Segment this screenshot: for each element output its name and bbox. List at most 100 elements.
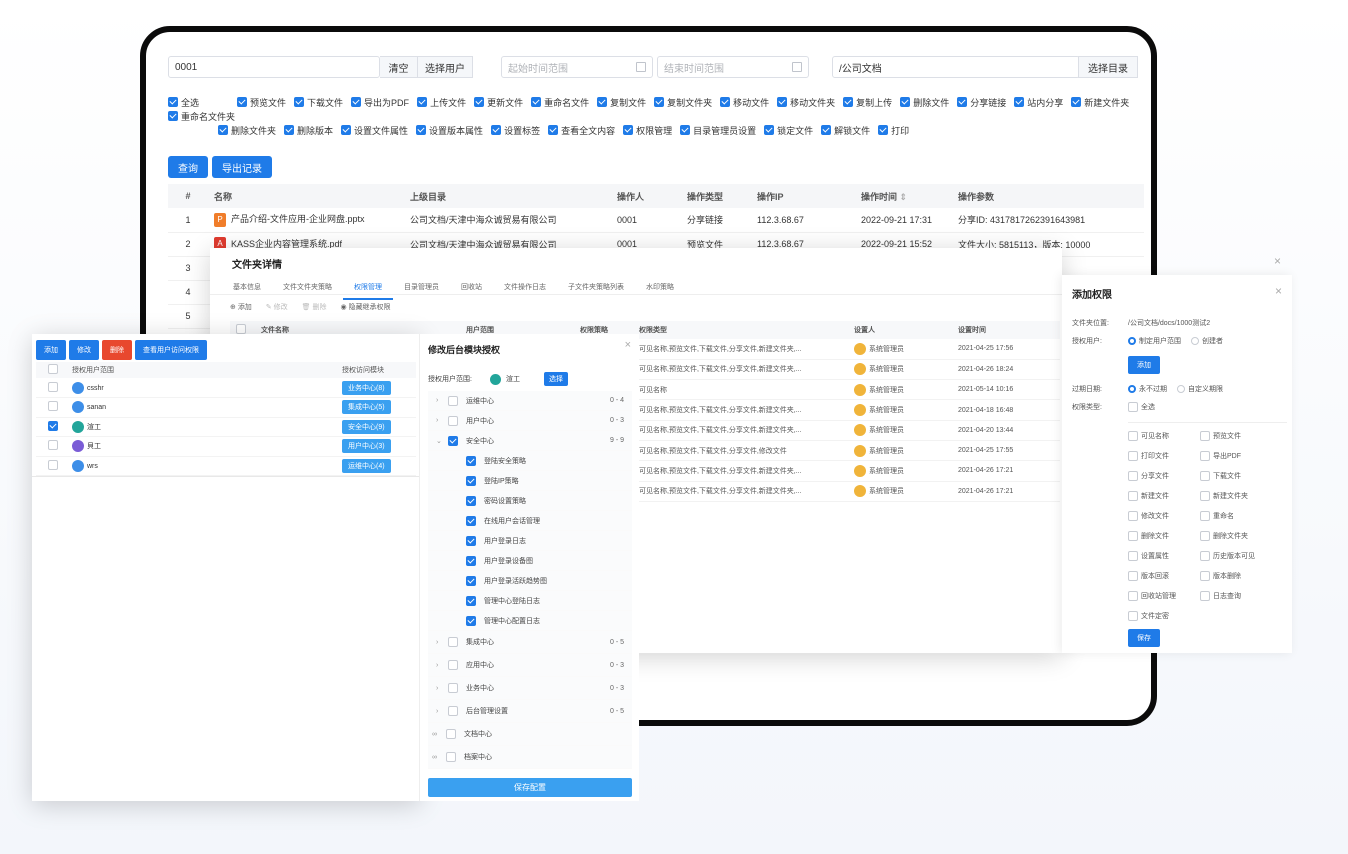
checkbox[interactable] bbox=[1128, 571, 1138, 581]
radio-specified[interactable]: 制定用户范围 bbox=[1128, 336, 1181, 346]
checkbox[interactable] bbox=[448, 395, 458, 406]
chevron-down-icon[interactable]: ⌄ bbox=[436, 437, 446, 445]
operation-checkbox[interactable]: 删除版本 bbox=[284, 123, 333, 137]
view-access-button[interactable]: 查看用户访问权限 bbox=[135, 340, 207, 360]
tab-6[interactable]: 子文件夹策略列表 bbox=[557, 276, 635, 300]
checkbox[interactable] bbox=[1128, 451, 1138, 461]
checkbox[interactable] bbox=[218, 125, 228, 135]
tab-5[interactable]: 文件操作日志 bbox=[493, 276, 557, 300]
checkbox[interactable] bbox=[1128, 402, 1138, 412]
checkbox[interactable] bbox=[1200, 491, 1210, 501]
checkbox[interactable] bbox=[1128, 611, 1138, 621]
tree-child-item[interactable]: 管理中心配置日志 bbox=[428, 611, 632, 631]
table-row[interactable]: 1 P 产品介绍-文件应用-企业网盘.pptx 公司文档/天津中海众诚贸易有限公司… bbox=[168, 208, 1144, 233]
close-icon[interactable]: × bbox=[625, 339, 631, 351]
checkbox[interactable] bbox=[623, 125, 634, 135]
checkbox[interactable] bbox=[448, 415, 458, 426]
add-perm-button[interactable]: ⊕ 添加 bbox=[230, 302, 252, 312]
operation-checkbox[interactable]: 全选 bbox=[168, 95, 199, 109]
row-name[interactable]: P 产品介绍-文件应用-企业网盘.pptx bbox=[208, 208, 404, 233]
table-row[interactable]: wrs 运维中心(4) bbox=[36, 456, 416, 476]
tree-item[interactable]: › 应用中心 0 - 3 bbox=[428, 654, 632, 677]
checkbox[interactable] bbox=[446, 752, 456, 762]
checkbox[interactable] bbox=[47, 440, 58, 451]
col-time[interactable]: 操作时间 ⇕ bbox=[855, 184, 952, 208]
operation-checkbox[interactable]: 查看全文内容 bbox=[548, 123, 615, 137]
checkbox[interactable] bbox=[491, 125, 502, 135]
checkbox[interactable] bbox=[448, 660, 458, 670]
edit-perm-button[interactable]: ✎ 修改 bbox=[266, 302, 288, 312]
operation-checkbox[interactable]: 导出为PDF bbox=[351, 95, 409, 109]
perm-option[interactable]: 历史版本可见 bbox=[1200, 551, 1272, 561]
perm-option[interactable]: 下载文件 bbox=[1200, 471, 1272, 481]
checkbox[interactable] bbox=[416, 125, 427, 135]
tree-child-item[interactable]: 在线用户会话管理 bbox=[428, 511, 632, 531]
checkbox[interactable] bbox=[446, 729, 456, 739]
checkbox[interactable] bbox=[47, 459, 58, 470]
checkbox[interactable] bbox=[47, 420, 58, 431]
checkbox[interactable] bbox=[1128, 491, 1138, 501]
tree-child-item[interactable]: 登陆安全策略 bbox=[428, 451, 632, 471]
checkbox[interactable] bbox=[878, 125, 889, 135]
checkbox[interactable] bbox=[597, 97, 608, 107]
checkbox[interactable] bbox=[466, 535, 476, 546]
checkbox[interactable] bbox=[777, 97, 788, 107]
row-select[interactable] bbox=[36, 398, 72, 418]
module-badge[interactable]: 用户中心(3) bbox=[342, 439, 391, 454]
operation-checkbox[interactable]: 重命名文件 bbox=[531, 95, 589, 109]
tab-1[interactable]: 文件文件夹策略 bbox=[272, 276, 343, 300]
directory-input[interactable]: /公司文档 bbox=[832, 56, 1080, 78]
operation-checkbox[interactable]: 下载文件 bbox=[294, 95, 343, 109]
perm-option[interactable]: 日志查询 bbox=[1200, 591, 1272, 601]
operation-checkbox[interactable]: 新建文件夹 bbox=[1071, 95, 1129, 109]
checkbox[interactable] bbox=[466, 555, 476, 566]
row-select[interactable] bbox=[36, 456, 72, 476]
sort-icon[interactable]: ⇕ bbox=[900, 192, 908, 202]
checkbox[interactable] bbox=[1200, 591, 1210, 601]
checkbox[interactable] bbox=[1128, 511, 1138, 521]
add-user-button[interactable]: 添加 bbox=[1128, 356, 1160, 374]
tree-item[interactable]: › 集成中心 0 - 5 bbox=[428, 631, 632, 654]
operation-checkbox[interactable]: 移动文件 bbox=[720, 95, 769, 109]
add-button[interactable]: 添加 bbox=[36, 340, 66, 360]
checkbox[interactable] bbox=[764, 125, 775, 135]
tree-item[interactable]: › 运维中心 0 - 4 bbox=[428, 391, 632, 411]
query-button[interactable]: 查询 bbox=[168, 156, 208, 178]
checkbox[interactable] bbox=[654, 97, 665, 107]
table-row[interactable]: sanan 集成中心(5) bbox=[36, 398, 416, 418]
perm-option[interactable]: 打印文件 bbox=[1128, 451, 1200, 461]
operation-checkbox[interactable]: 复制文件 bbox=[597, 95, 646, 109]
checkbox[interactable] bbox=[294, 97, 305, 107]
checkbox[interactable] bbox=[957, 97, 968, 107]
operation-checkbox[interactable]: 设置文件属性 bbox=[341, 123, 408, 137]
checkbox[interactable] bbox=[47, 381, 58, 392]
operation-checkbox[interactable]: 复制上传 bbox=[843, 95, 892, 109]
chevron-right-icon[interactable]: › bbox=[436, 685, 446, 692]
checkbox[interactable] bbox=[448, 706, 458, 716]
row-select[interactable] bbox=[36, 417, 72, 437]
select-scope-button[interactable]: 选择 bbox=[543, 372, 568, 386]
checkbox[interactable] bbox=[466, 455, 476, 466]
tree-child-item[interactable]: 管理中心登陆日志 bbox=[428, 591, 632, 611]
checkbox[interactable] bbox=[448, 637, 458, 647]
checkbox[interactable] bbox=[466, 595, 476, 606]
checkbox[interactable] bbox=[351, 97, 362, 107]
checkbox[interactable] bbox=[1128, 431, 1138, 441]
select-directory-button[interactable]: 选择目录 bbox=[1078, 56, 1138, 78]
checkbox[interactable] bbox=[417, 97, 428, 107]
checkbox[interactable] bbox=[531, 97, 542, 107]
radio-never[interactable]: 永不过期 bbox=[1128, 384, 1167, 394]
checkbox[interactable] bbox=[466, 475, 476, 486]
start-time-input[interactable]: 起始时间范围 bbox=[501, 56, 653, 78]
operation-checkbox[interactable]: 解锁文件 bbox=[821, 123, 870, 137]
save-permission-button[interactable]: 保存 bbox=[1128, 629, 1160, 647]
module-badge[interactable]: 集成中心(5) bbox=[342, 400, 391, 415]
select-all-perm[interactable]: 全选 bbox=[1128, 402, 1155, 412]
checkbox[interactable] bbox=[341, 125, 352, 135]
checkbox[interactable] bbox=[843, 97, 854, 107]
tree-item[interactable]: › 业务中心 0 - 3 bbox=[428, 677, 632, 700]
edit-button[interactable]: 修改 bbox=[69, 340, 99, 360]
tab-2[interactable]: 权限管理 bbox=[343, 276, 393, 300]
checkbox[interactable] bbox=[448, 435, 458, 446]
perm-option[interactable]: 文件定密 bbox=[1128, 611, 1200, 621]
